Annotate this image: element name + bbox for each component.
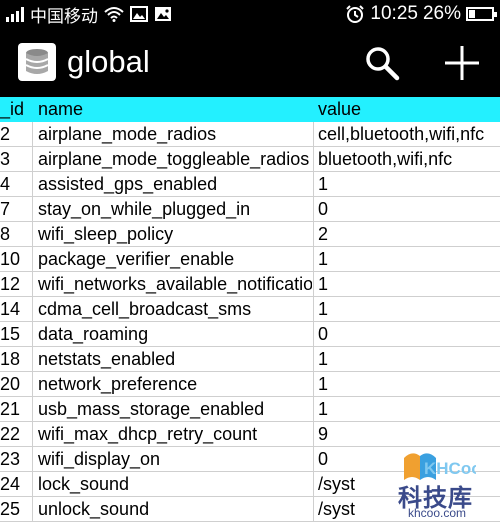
- cell-name: netstats_enabled: [38, 349, 176, 369]
- cell-id: 22: [0, 424, 21, 444]
- cell-value: 1: [318, 399, 329, 419]
- search-icon[interactable]: [360, 41, 404, 85]
- carrier-name: 中国移动: [30, 6, 98, 26]
- table-row[interactable]: 7 stay_on_while_plugged_in 0: [0, 197, 500, 222]
- cell-name: usb_mass_storage_enabled: [38, 399, 265, 419]
- plus-icon[interactable]: [440, 41, 484, 85]
- cell-name: network_preference: [38, 374, 198, 394]
- cell-id: 14: [0, 299, 21, 319]
- image-notification-icon: [130, 6, 148, 22]
- cell-value: 1: [318, 274, 329, 294]
- column-header-name[interactable]: name: [38, 97, 83, 122]
- cell-value: 1: [318, 249, 329, 269]
- cell-name: wifi_networks_available_notification_on: [38, 274, 312, 294]
- cell-value: 2: [318, 224, 329, 244]
- wifi-icon: [104, 7, 124, 22]
- cell-name: lock_sound: [38, 474, 130, 494]
- clock: 10:25: [370, 3, 418, 24]
- watermark-logo-text: KHCoo: [424, 459, 476, 478]
- cell-value: 0: [318, 199, 329, 219]
- table-row[interactable]: 18 netstats_enabled 1: [0, 347, 500, 372]
- cell-id: 8: [0, 224, 11, 244]
- status-bar: 中国移动 10:25 26%: [0, 0, 500, 28]
- cell-id: 25: [0, 499, 21, 519]
- cell-value: 0: [318, 324, 329, 344]
- cell-name: airplane_mode_radios: [38, 124, 217, 144]
- column-header-value[interactable]: value: [318, 97, 361, 122]
- cell-id: 2: [0, 124, 11, 144]
- battery-fill: [469, 10, 476, 18]
- cell-name: wifi_max_dhcp_retry_count: [38, 424, 258, 444]
- cell-name: unlock_sound: [38, 499, 150, 519]
- battery-percent: 26%: [422, 3, 461, 24]
- table-header: _id name value: [0, 97, 500, 122]
- cell-value: 9: [318, 424, 329, 444]
- cell-id: 18: [0, 349, 21, 369]
- cell-name: assisted_gps_enabled: [38, 174, 218, 194]
- cell-id: 21: [0, 399, 21, 419]
- column-header-id[interactable]: _id: [0, 97, 30, 122]
- cell-id: 3: [0, 149, 11, 169]
- cell-name: wifi_display_on: [38, 449, 161, 469]
- gallery-icon: [155, 7, 171, 21]
- table-row[interactable]: 2 airplane_mode_radios cell,bluetooth,wifi…: [0, 122, 500, 147]
- cell-value: bluetooth,wifi,nfc: [318, 149, 453, 169]
- cell-id: 15: [0, 324, 21, 344]
- cell-id: 23: [0, 449, 21, 469]
- signal-icon: [6, 6, 24, 22]
- table-row[interactable]: 10 package_verifier_enable 1: [0, 247, 500, 272]
- cell-id: 20: [0, 374, 21, 394]
- cell-value: 1: [318, 374, 329, 394]
- cell-id: 24: [0, 474, 21, 494]
- table-row[interactable]: 20 network_preference 1: [0, 372, 500, 397]
- table-row[interactable]: 15 data_roaming 0: [0, 322, 500, 347]
- table-row[interactable]: 21 usb_mass_storage_enabled 1: [0, 397, 500, 422]
- table-row[interactable]: 3 airplane_mode_toggleable_radios bluetoot…: [0, 147, 500, 172]
- table-row[interactable]: 14 cdma_cell_broadcast_sms 1: [0, 297, 500, 322]
- database-icon[interactable]: [18, 43, 56, 81]
- watermark: KHCoo 科技库 khcoo.com: [398, 448, 498, 520]
- cell-id: 7: [0, 199, 11, 219]
- cell-value: cell,bluetooth,wifi,nfc: [318, 124, 485, 144]
- battery-icon: [466, 7, 497, 21]
- table-row[interactable]: 4 assisted_gps_enabled 1: [0, 172, 500, 197]
- table-row[interactable]: 22 wifi_max_dhcp_retry_count 9: [0, 422, 500, 447]
- status-right: 10:25 26%: [345, 3, 497, 25]
- cell-name: data_roaming: [38, 324, 149, 344]
- cell-name: cdma_cell_broadcast_sms: [38, 299, 252, 319]
- cell-name: stay_on_while_plugged_in: [38, 199, 251, 219]
- table-row[interactable]: 12 wifi_networks_available_notification_o…: [0, 272, 500, 297]
- watermark-url: khcoo.com: [408, 506, 467, 520]
- alarm-icon: [346, 5, 365, 23]
- cell-name: wifi_sleep_policy: [38, 224, 174, 244]
- column-divider: [313, 122, 314, 522]
- cell-id: 4: [0, 174, 11, 194]
- cell-value: 1: [318, 299, 329, 319]
- cell-value: 1: [318, 349, 329, 369]
- cell-id: 10: [0, 249, 21, 269]
- column-divider: [32, 122, 33, 522]
- table-row[interactable]: 8 wifi_sleep_policy 2: [0, 222, 500, 247]
- status-left: 中国移动: [6, 3, 172, 26]
- cell-name: package_verifier_enable: [38, 249, 235, 269]
- app-bar: global: [0, 28, 500, 97]
- cell-name: airplane_mode_toggleable_radios: [38, 149, 310, 169]
- cell-id: 12: [0, 274, 21, 294]
- cell-value: 1: [318, 174, 329, 194]
- table-title: global: [67, 44, 150, 79]
